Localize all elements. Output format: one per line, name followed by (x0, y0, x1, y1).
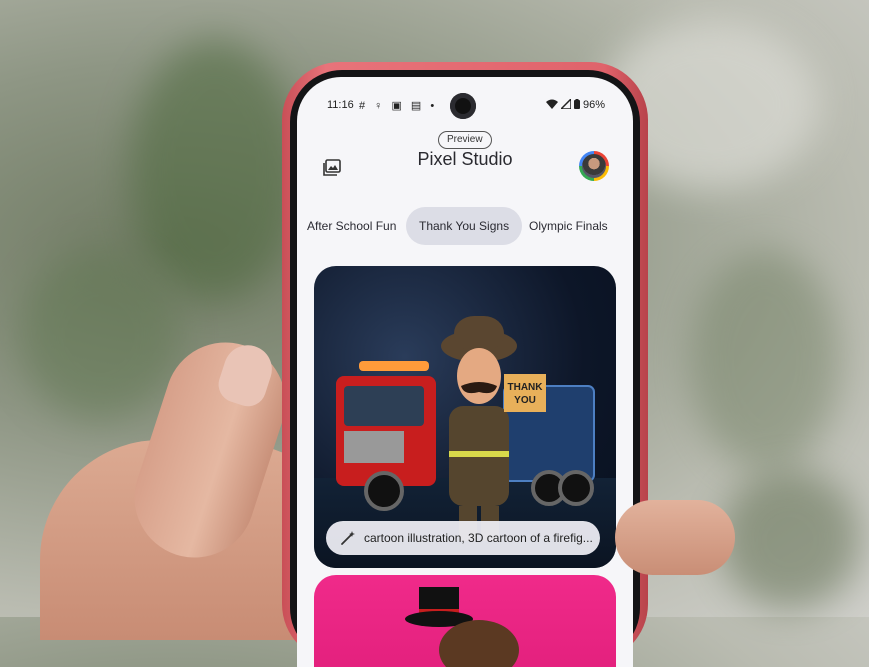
prompt-bar[interactable]: cartoon illustration, 3D cartoon of a fi… (326, 521, 600, 555)
gallery-icon[interactable] (321, 157, 343, 179)
background-foliage (720, 470, 860, 610)
phone-frame: 11:16 # ♀ ▣ ▤ • 96% Preview Pixel Studio… (282, 62, 648, 667)
preview-badge: Preview (438, 131, 492, 149)
sign-text: THANK (508, 382, 544, 393)
battery-icon (573, 99, 580, 109)
top-hat-illustration (405, 587, 519, 667)
phone-screen: 11:16 # ♀ ▣ ▤ • 96% Preview Pixel Studio… (297, 77, 633, 667)
profile-avatar[interactable] (579, 151, 609, 181)
tab-after-school-fun[interactable]: After School Fun (307, 207, 396, 245)
tab-thank-you-signs[interactable]: Thank You Signs (406, 207, 523, 245)
tab-olympic-finals[interactable]: Olympic Finals (529, 207, 608, 245)
wifi-icon (545, 99, 558, 109)
sign-text: YOU (514, 395, 536, 406)
generated-image-card-2[interactable] (314, 575, 616, 667)
status-right: 96% (545, 97, 605, 111)
generated-image-card[interactable]: THANK YOU cartoon illustration, 3D carto… (314, 266, 616, 568)
prompt-text: cartoon illustration, 3D cartoon of a fi… (364, 531, 593, 545)
notification-icons: # ♀ ▣ ▤ • (359, 100, 438, 112)
category-tabs: After School Fun Thank You Signs Olympic… (297, 207, 633, 245)
hand-finger (615, 500, 735, 575)
avatar-photo (582, 154, 606, 178)
front-camera (450, 93, 476, 119)
battery-percent: 96% (582, 99, 605, 111)
background-foliage (20, 250, 180, 420)
status-time: 11:16 (327, 99, 354, 111)
signal-icon (559, 97, 572, 110)
background-foliage (690, 250, 840, 470)
magic-wand-icon (341, 531, 355, 545)
background-foliage (130, 40, 300, 300)
